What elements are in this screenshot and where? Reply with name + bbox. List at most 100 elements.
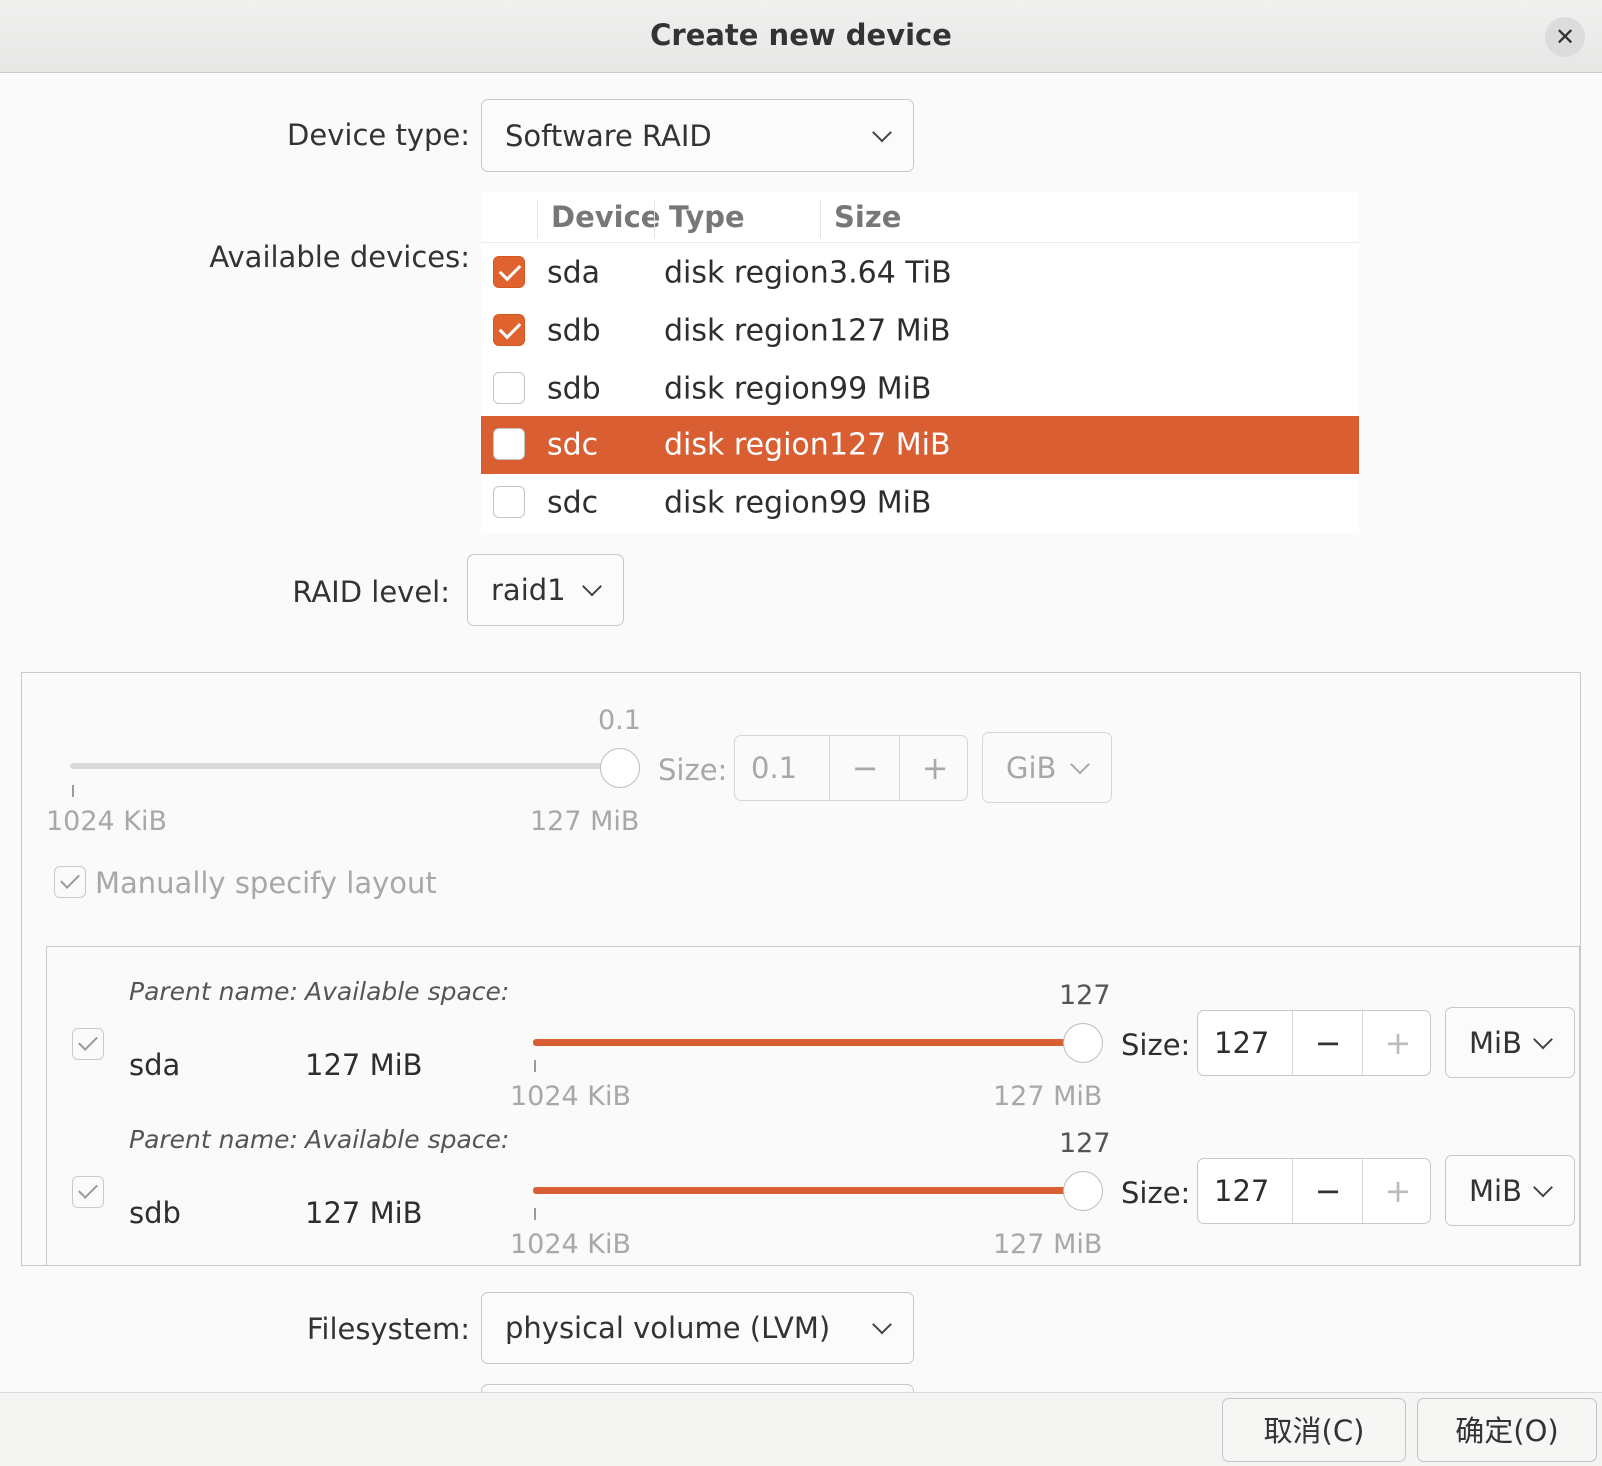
parent-size-spinbutton[interactable]: 127 − + [1197, 1158, 1431, 1224]
filesystem-combo[interactable]: physical volume (LVM) [481, 1292, 914, 1364]
size-unit-combo[interactable]: GiB [982, 732, 1112, 803]
row-device: sda [547, 255, 601, 291]
size-spinbutton[interactable]: 0.1 − + [734, 735, 968, 801]
parent-size-spinbutton[interactable]: 127 − + [1197, 1010, 1431, 1076]
plus-icon[interactable]: + [1364, 1172, 1432, 1210]
parent-slider-min: 1024 KiB [510, 1229, 632, 1260]
parent-unit-combo[interactable]: MiB [1445, 1155, 1575, 1226]
parent-slider-handle[interactable] [1063, 1171, 1103, 1211]
available-space-label: Available space: [305, 1125, 510, 1154]
column-header-size[interactable]: Size [834, 192, 901, 242]
column-header-device[interactable]: Device [551, 192, 660, 242]
row-checkbox[interactable] [493, 428, 525, 460]
size-value: 0.1 [751, 751, 798, 785]
table-row[interactable]: sdc disk region 99 MiB [481, 474, 1359, 532]
header-divider [481, 242, 1359, 243]
chevron-down-icon [582, 576, 602, 597]
parent-slider-handle[interactable] [1063, 1023, 1103, 1063]
slider-tick [534, 1060, 536, 1072]
size-unit-value: GiB [1006, 750, 1057, 785]
parent-name: sdb [129, 1196, 181, 1230]
parent-size-label: Size: [1121, 1176, 1191, 1210]
size-slider-max: 127 MiB [530, 806, 640, 837]
chevron-down-icon [1070, 754, 1090, 774]
parent-size-label: Size: [1121, 1028, 1191, 1062]
parent-unit-value: MiB [1469, 1173, 1522, 1208]
parent-slider-value: 127 [1059, 1128, 1111, 1159]
minus-icon[interactable]: − [1294, 1024, 1362, 1062]
cancel-button[interactable]: 取消(C) [1222, 1398, 1406, 1462]
device-table: Device Type Size sda disk region 3.64 Ti… [481, 192, 1359, 533]
parent-name: sda [129, 1048, 181, 1082]
spin-separator [1292, 1159, 1293, 1223]
row-type: disk region [664, 485, 829, 521]
available-space: 127 MiB [305, 1048, 423, 1082]
column-separator [820, 200, 821, 238]
size-label: Size: [658, 753, 728, 787]
row-device: sdc [547, 427, 599, 463]
parent-size-value: 127 [1214, 1174, 1270, 1208]
available-space: 127 MiB [305, 1196, 423, 1230]
available-space-label: Available space: [305, 977, 510, 1006]
parent-slider-track [533, 1187, 1075, 1194]
slider-tick [72, 785, 74, 797]
row-checkbox[interactable] [493, 372, 525, 404]
minus-icon[interactable]: − [1294, 1172, 1362, 1210]
minus-icon[interactable]: − [831, 749, 899, 787]
size-slider-handle[interactable] [600, 748, 640, 788]
row-checkbox[interactable] [493, 256, 525, 288]
row-size: 99 MiB [829, 485, 932, 521]
table-row[interactable]: sdb disk region 99 MiB [481, 360, 1359, 418]
filesystem-label: Filesystem: [306, 1312, 470, 1346]
parent-unit-value: MiB [1469, 1025, 1522, 1060]
size-slider-track [70, 763, 620, 769]
size-slider-value: 0.1 [598, 705, 641, 736]
available-devices-label: Available devices: [209, 240, 470, 274]
table-row[interactable]: sdb disk region 127 MiB [481, 302, 1359, 360]
window-title: Create new device [650, 18, 952, 52]
size-slider-min: 1024 KiB [46, 806, 168, 837]
row-checkbox[interactable] [493, 486, 525, 518]
row-device: sdb [547, 313, 601, 349]
ok-button[interactable]: 确定(O) [1417, 1398, 1597, 1462]
row-size: 3.64 TiB [829, 255, 952, 291]
plus-icon[interactable]: + [1364, 1024, 1432, 1062]
column-separator [654, 200, 655, 238]
row-size: 99 MiB [829, 371, 932, 407]
manual-layout-label: Manually specify layout [95, 866, 437, 900]
parent-slider-max: 127 MiB [993, 1081, 1103, 1112]
parent-slider-min: 1024 KiB [510, 1081, 632, 1112]
plus-icon[interactable]: + [901, 749, 969, 787]
row-device: sdb [547, 371, 601, 407]
parent-slider-max: 127 MiB [993, 1229, 1103, 1260]
parent-name-label: Parent name: [129, 977, 298, 1006]
slider-tick [534, 1208, 536, 1220]
column-header-type[interactable]: Type [669, 192, 745, 242]
row-checkbox[interactable] [493, 314, 525, 346]
device-type-value: Software RAID [505, 118, 712, 153]
parent-slider-track [533, 1039, 1075, 1046]
parent-size-value: 127 [1214, 1026, 1270, 1060]
table-row[interactable]: sda disk region 3.64 TiB [481, 244, 1359, 302]
table-row-selected[interactable]: sdc disk region 127 MiB [481, 416, 1359, 474]
parent-unit-combo[interactable]: MiB [1445, 1007, 1575, 1078]
raid-level-value: raid1 [491, 573, 566, 607]
spin-separator [829, 736, 830, 800]
chevron-down-icon [872, 122, 892, 142]
parent-checkbox[interactable] [72, 1028, 104, 1060]
row-type: disk region [664, 371, 829, 407]
raid-level-label: RAID level: [292, 575, 450, 609]
chevron-down-icon [872, 1314, 892, 1335]
close-icon[interactable]: ✕ [1545, 17, 1585, 57]
row-device: sdc [547, 485, 599, 521]
parent-slider-value: 127 [1059, 980, 1111, 1011]
row-size: 127 MiB [829, 427, 951, 463]
spin-separator [899, 736, 900, 800]
parent-checkbox[interactable] [72, 1176, 104, 1208]
manual-layout-checkbox[interactable] [54, 866, 86, 898]
device-type-combo[interactable]: Software RAID [481, 99, 914, 172]
column-separator [537, 200, 538, 238]
raid-level-combo[interactable]: raid1 [467, 554, 624, 626]
row-type: disk region [664, 313, 829, 349]
chevron-down-icon [1533, 1029, 1553, 1049]
